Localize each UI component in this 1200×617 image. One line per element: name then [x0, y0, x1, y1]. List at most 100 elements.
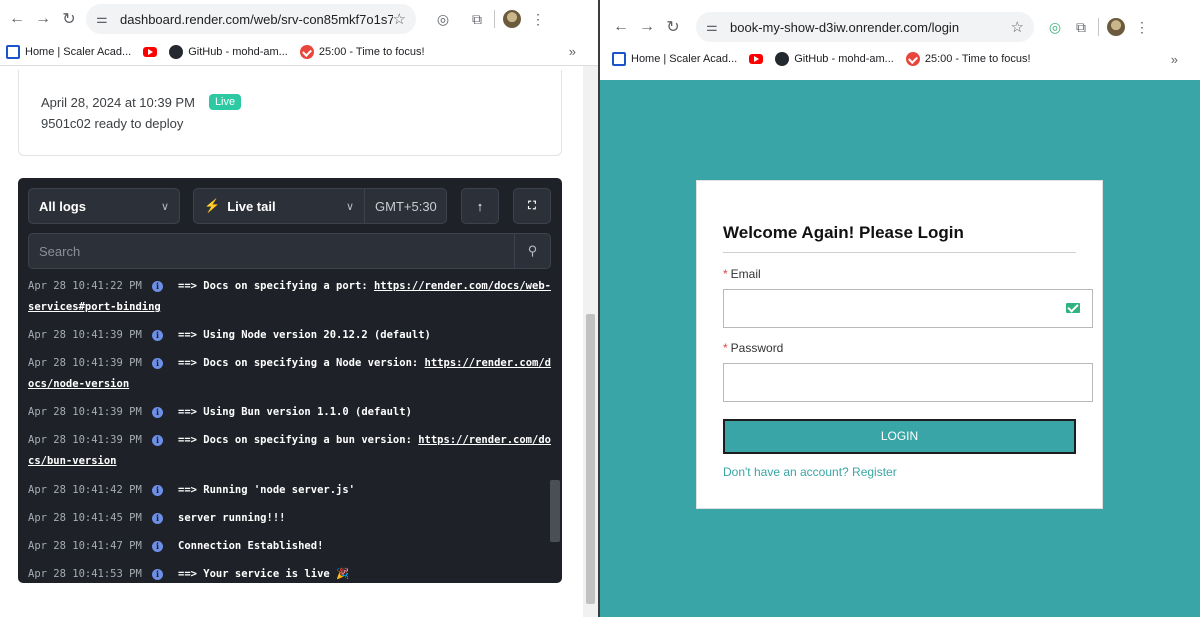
email-field[interactable] — [723, 289, 1093, 328]
reload-icon[interactable]: ↻ — [660, 14, 686, 40]
log-scrollbar[interactable] — [548, 278, 560, 578]
search-icon[interactable]: ⚲ — [514, 234, 550, 268]
required-mark: * — [723, 341, 728, 355]
bookmark-label: GitHub - mohd-am... — [188, 45, 288, 58]
extensions-puzzle-icon[interactable]: ⧉ — [464, 6, 490, 32]
log-message: ==> Docs on specifying a bun version: ht… — [178, 430, 551, 451]
log-timestamp: Apr 28 10:41:47 PM — [28, 540, 142, 552]
autofill-key-icon[interactable] — [1066, 303, 1080, 313]
email-label-text: Email — [730, 267, 761, 281]
scroll-top-button[interactable]: ↑ — [461, 188, 499, 224]
bookmark-github[interactable]: GitHub - mohd-am... — [169, 44, 288, 59]
info-icon: i — [152, 485, 163, 496]
reload-icon[interactable]: ↻ — [56, 6, 82, 32]
address-bar[interactable]: ⚌ dashboard.render.com/web/srv-con85mkf7… — [86, 4, 416, 34]
log-filter-select[interactable]: All logs ∨ — [28, 188, 180, 224]
github-icon — [775, 52, 790, 66]
profile-avatar[interactable] — [499, 6, 525, 32]
docs-link[interactable]: https://render.com/do — [418, 434, 551, 446]
docs-link[interactable]: services#port-binding — [28, 301, 161, 313]
password-field[interactable] — [723, 363, 1093, 402]
log-wrapped-link: cs/bun-version — [28, 451, 117, 472]
lightning-icon: ⚡ — [204, 198, 221, 213]
more-bookmarks-button[interactable]: » — [1171, 52, 1178, 67]
extension-icon[interactable]: ◎ — [1042, 14, 1068, 40]
docs-link[interactable]: ocs/node-version — [28, 378, 129, 390]
log-text: ==> Docs on specifying a bun version: — [178, 434, 419, 446]
menu-kebab-icon[interactable]: ⋮ — [1129, 14, 1155, 40]
log-wrapped-link: services#port-binding — [28, 297, 161, 318]
bookmark-label: Home | Scaler Acad... — [25, 45, 132, 58]
bookmark-scaler[interactable]: Home | Scaler Acad... — [612, 52, 737, 66]
live-tail-select[interactable]: ⚡ Live tail ∨ — [193, 188, 365, 224]
log-message: server running!!! — [178, 512, 286, 524]
bookmark-youtube[interactable] — [749, 54, 764, 64]
forward-icon[interactable]: → — [30, 6, 56, 32]
page-scrollbar-thumb[interactable] — [586, 314, 595, 604]
login-button[interactable]: LOGIN — [723, 419, 1076, 454]
info-icon: i — [152, 330, 163, 341]
info-icon: i — [152, 358, 163, 369]
log-text: ==> Docs on specifying a port: — [178, 280, 374, 292]
deploy-date: April 28, 2024 at 10:39 PM — [41, 94, 195, 110]
bookmark-scaler[interactable]: Home | Scaler Acad... — [6, 44, 132, 59]
log-timestamp: Apr 28 10:41:53 PM — [28, 568, 142, 580]
more-bookmarks-button[interactable]: » — [569, 44, 576, 59]
password-label-text: Password — [730, 341, 784, 355]
bookmark-focus[interactable]: 25:00 - Time to focus! — [905, 52, 1031, 66]
log-wrapped-link: ocs/node-version — [28, 374, 129, 395]
deploy-card: April 28, 2024 at 10:39 PM Live 9501c02 … — [18, 70, 562, 156]
site-info-icon[interactable]: ⚌ — [706, 19, 724, 35]
live-tail-label: Live tail — [227, 198, 276, 214]
bookmark-focus[interactable]: 25:00 - Time to focus! — [299, 44, 425, 59]
bookmark-youtube[interactable] — [143, 46, 158, 57]
log-message: ==> Docs on specifying a Node version: h… — [178, 353, 551, 374]
page-scrollbar[interactable] — [583, 66, 598, 617]
timezone-label: GMT+5:30 — [375, 198, 437, 214]
email-label: * Email — [723, 267, 761, 281]
bookmark-label: 25:00 - Time to focus! — [924, 53, 1031, 65]
bookmark-github[interactable]: GitHub - mohd-am... — [775, 52, 894, 66]
back-icon[interactable]: ← — [4, 6, 30, 32]
register-link[interactable]: Don't have an account? Register — [723, 465, 897, 479]
docs-link[interactable]: https://render.com/d — [425, 357, 551, 369]
docs-link[interactable]: https://render.com/docs/web- — [374, 280, 551, 292]
bookmark-label: 25:00 - Time to focus! — [318, 45, 425, 58]
info-icon: i — [152, 281, 163, 292]
right-toolbar: ← → ↻ ⚌ book-my-show-d3iw.onrender.com/l… — [600, 8, 1200, 46]
address-bar[interactable]: ⚌ book-my-show-d3iw.onrender.com/login ☆ — [696, 12, 1034, 42]
log-scrollbar-thumb[interactable] — [550, 480, 560, 542]
scaler-icon — [6, 44, 20, 59]
focus-timer-icon — [299, 44, 314, 59]
left-browser-window: ← → ↻ ⚌ dashboard.render.com/web/srv-con… — [0, 0, 598, 617]
profile-avatar[interactable] — [1103, 14, 1129, 40]
youtube-icon — [749, 54, 764, 64]
log-message: Connection Established! — [178, 540, 324, 552]
log-search-input[interactable]: Search ⚲ — [28, 233, 551, 269]
site-info-icon[interactable]: ⚌ — [96, 11, 114, 27]
page-title: Welcome Again! Please Login — [723, 223, 964, 242]
back-icon[interactable]: ← — [608, 14, 634, 40]
bookmark-star-icon[interactable]: ☆ — [1011, 18, 1024, 36]
fullscreen-button[interactable]: ⛶ — [513, 188, 551, 224]
search-placeholder: Search — [39, 243, 81, 259]
status-badge: Live — [208, 94, 242, 110]
timezone-select[interactable]: GMT+5:30 — [364, 188, 447, 224]
right-browser-window: ← → ↻ ⚌ book-my-show-d3iw.onrender.com/l… — [600, 0, 1200, 617]
log-message: ==> Using Bun version 1.1.0 (default) — [178, 406, 412, 418]
log-message: ==> Your service is live 🎉 — [178, 568, 350, 580]
info-icon: i — [152, 569, 163, 580]
avatar — [503, 10, 521, 28]
chevron-down-icon: ∨ — [160, 201, 169, 213]
log-timestamp: Apr 28 10:41:42 PM — [28, 484, 142, 496]
extension-icon[interactable]: ◎ — [430, 6, 456, 32]
menu-kebab-icon[interactable]: ⋮ — [525, 6, 551, 32]
log-text: ==> Docs on specifying a Node version: — [178, 357, 425, 369]
info-icon: i — [152, 435, 163, 446]
left-toolbar: ← → ↻ ⚌ dashboard.render.com/web/srv-con… — [0, 0, 598, 38]
bookmark-star-icon[interactable]: ☆ — [393, 10, 406, 28]
docs-link[interactable]: cs/bun-version — [28, 455, 117, 467]
forward-icon[interactable]: → — [634, 14, 660, 40]
bookmarks-bar: Home | Scaler Acad... GitHub - mohd-am..… — [600, 46, 1200, 72]
extensions-puzzle-icon[interactable]: ⧉ — [1068, 14, 1094, 40]
